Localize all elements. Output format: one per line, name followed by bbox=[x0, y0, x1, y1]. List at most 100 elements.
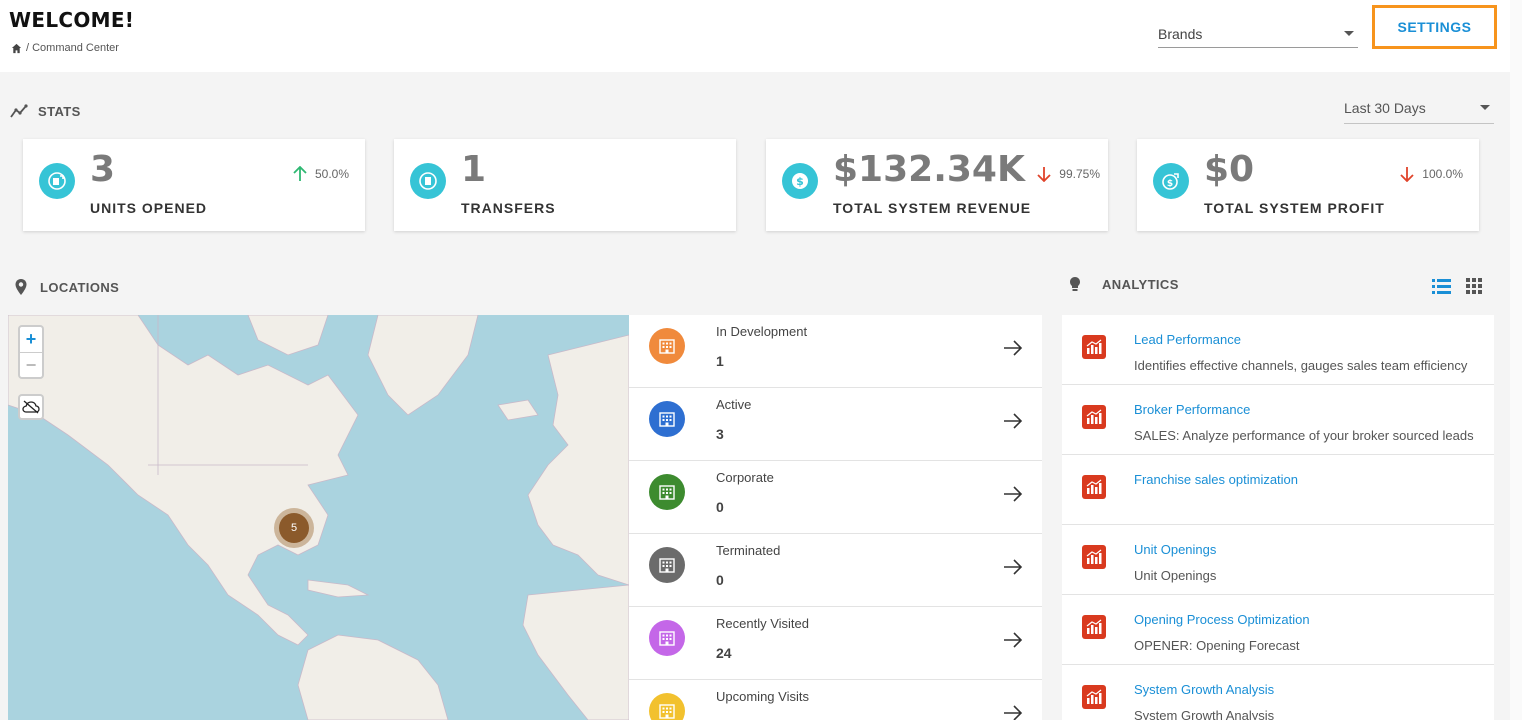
stat-change: 100.0% bbox=[1400, 166, 1463, 182]
bar-chart-icon bbox=[1082, 545, 1106, 569]
stat-value: $132.34K bbox=[833, 149, 1025, 190]
location-status-count: 24 bbox=[716, 645, 732, 661]
analytics-item-title[interactable]: Broker Performance bbox=[1134, 402, 1250, 417]
stat-label: TOTAL SYSTEM PROFIT bbox=[1204, 200, 1385, 216]
analytics-item-title[interactable]: Franchise sales optimization bbox=[1134, 472, 1298, 487]
page-scrollbar[interactable] bbox=[1510, 0, 1522, 720]
analytics-item-description: Unit Openings bbox=[1134, 568, 1217, 583]
analytics-item-title[interactable]: Unit Openings bbox=[1134, 542, 1216, 557]
transfers-icon bbox=[410, 163, 446, 199]
location-status-item[interactable]: Terminated 0 bbox=[629, 534, 1042, 607]
stat-change-value: 50.0% bbox=[314, 167, 349, 181]
bar-chart-icon bbox=[1082, 475, 1106, 499]
page-header: WELCOME! / Command Center Brands SETTING… bbox=[0, 0, 1510, 72]
dollar-icon: $ bbox=[782, 163, 818, 199]
location-status-name: Active bbox=[716, 397, 752, 412]
stats-section-title: STATS bbox=[38, 103, 81, 119]
stat-value: 1 bbox=[461, 149, 487, 190]
arrow-right-icon[interactable] bbox=[1003, 412, 1023, 430]
location-status-count: 1 bbox=[716, 353, 724, 369]
analytics-item[interactable]: Opening Process Optimization OPENER: Open… bbox=[1062, 595, 1494, 665]
analytics-item[interactable]: Franchise sales optimization bbox=[1062, 455, 1494, 525]
chevron-down-icon bbox=[1344, 31, 1354, 36]
stat-card-units-opened[interactable]: 3 UNITS OPENED 50.0% bbox=[23, 139, 365, 231]
analytics-section-header: ANALYTICS bbox=[1066, 275, 1179, 293]
stat-value: $0 bbox=[1204, 149, 1255, 190]
svg-text:$: $ bbox=[796, 175, 804, 188]
analytics-item-description: Identifies effective channels, gauges sa… bbox=[1134, 358, 1468, 373]
location-status-item[interactable]: Upcoming Visits bbox=[629, 680, 1042, 720]
building-icon bbox=[649, 328, 685, 364]
bar-chart-icon bbox=[1082, 405, 1106, 429]
building-icon bbox=[649, 474, 685, 510]
stat-card-total-system-revenue[interactable]: $ $132.34K TOTAL SYSTEM REVENUE 99.75% bbox=[766, 139, 1108, 231]
arrow-right-icon[interactable] bbox=[1003, 558, 1023, 576]
grid-view-icon[interactable] bbox=[1465, 278, 1484, 295]
svg-text:$: $ bbox=[1167, 179, 1173, 189]
stat-label: TRANSFERS bbox=[461, 200, 556, 216]
period-select-value: Last 30 Days bbox=[1344, 99, 1426, 116]
trend-line-icon bbox=[10, 104, 28, 118]
analytics-item[interactable]: System Growth Analysis System Growth Anal… bbox=[1062, 665, 1494, 720]
stat-change: 50.0% bbox=[293, 166, 349, 182]
home-icon[interactable] bbox=[11, 43, 22, 54]
profit-icon: $ bbox=[1153, 163, 1189, 199]
locations-map[interactable]: + − 5 bbox=[8, 315, 629, 720]
arrow-right-icon[interactable] bbox=[1003, 704, 1023, 720]
bar-chart-icon bbox=[1082, 335, 1106, 359]
list-view-icon[interactable] bbox=[1432, 278, 1451, 295]
location-status-name: Recently Visited bbox=[716, 616, 809, 631]
location-status-item[interactable]: Recently Visited 24 bbox=[629, 607, 1042, 680]
arrow-down-icon bbox=[1037, 167, 1051, 182]
location-status-item[interactable]: In Development 1 bbox=[629, 315, 1042, 388]
location-status-name: Upcoming Visits bbox=[716, 689, 809, 704]
location-status-count: 0 bbox=[716, 499, 724, 515]
stat-card-transfers[interactable]: 1 TRANSFERS bbox=[394, 139, 736, 231]
analytics-list: Lead Performance Identifies effective cha… bbox=[1062, 315, 1494, 720]
arrow-right-icon[interactable] bbox=[1003, 631, 1023, 649]
location-status-item[interactable]: Active 3 bbox=[629, 388, 1042, 461]
settings-button[interactable]: SETTINGS bbox=[1372, 5, 1497, 49]
stat-label: TOTAL SYSTEM REVENUE bbox=[833, 200, 1032, 216]
brands-select-value: Brands bbox=[1158, 25, 1203, 42]
map-land bbox=[8, 315, 629, 720]
analytics-item[interactable]: Broker Performance SALES: Analyze perform… bbox=[1062, 385, 1494, 455]
arrow-down-icon bbox=[1400, 167, 1414, 182]
breadcrumb-current: / Command Center bbox=[26, 42, 119, 54]
analytics-item-description: SALES: Analyze performance of your broke… bbox=[1134, 428, 1474, 443]
location-status-list: In Development 1 Active 3 Corporate 0 Terminat… bbox=[629, 315, 1042, 720]
arrow-right-icon[interactable] bbox=[1003, 485, 1023, 503]
location-status-count: 0 bbox=[716, 572, 724, 588]
stats-section-header: STATS bbox=[10, 102, 81, 120]
location-status-name: Terminated bbox=[716, 543, 781, 558]
analytics-item-title[interactable]: System Growth Analysis bbox=[1134, 682, 1274, 697]
analytics-item[interactable]: Lead Performance Identifies effective cha… bbox=[1062, 315, 1494, 385]
stat-change: 99.75% bbox=[1037, 166, 1100, 182]
analytics-item-title[interactable]: Lead Performance bbox=[1134, 332, 1241, 347]
location-status-name: In Development bbox=[716, 324, 808, 339]
building-icon bbox=[649, 693, 685, 720]
location-status-name: Corporate bbox=[716, 470, 774, 485]
zoom-out-button[interactable]: − bbox=[20, 352, 42, 377]
locations-section-title: LOCATIONS bbox=[40, 279, 120, 295]
page-title: WELCOME! bbox=[9, 8, 135, 32]
breadcrumb: / Command Center bbox=[11, 42, 119, 54]
stat-value: 3 bbox=[90, 149, 116, 190]
period-select[interactable]: Last 30 Days bbox=[1344, 92, 1494, 124]
stat-change-value: 99.75% bbox=[1059, 167, 1100, 181]
units-opened-icon bbox=[39, 163, 75, 199]
building-icon bbox=[649, 620, 685, 656]
chevron-down-icon bbox=[1480, 105, 1490, 110]
zoom-in-button[interactable]: + bbox=[20, 327, 42, 352]
arrow-right-icon[interactable] bbox=[1003, 339, 1023, 357]
location-status-count: 3 bbox=[716, 426, 724, 442]
brands-select[interactable]: Brands bbox=[1158, 20, 1358, 48]
map-cluster-marker[interactable]: 5 bbox=[274, 508, 314, 548]
analytics-item-title[interactable]: Opening Process Optimization bbox=[1134, 612, 1310, 627]
analytics-item[interactable]: Unit Openings Unit Openings bbox=[1062, 525, 1494, 595]
arrow-up-icon bbox=[293, 166, 307, 181]
analytics-item-description: OPENER: Opening Forecast bbox=[1134, 638, 1300, 653]
location-status-item[interactable]: Corporate 0 bbox=[629, 461, 1042, 534]
stat-card-total-system-profit[interactable]: $ $0 TOTAL SYSTEM PROFIT 100.0% bbox=[1137, 139, 1479, 231]
cloud-off-button[interactable] bbox=[18, 394, 44, 420]
